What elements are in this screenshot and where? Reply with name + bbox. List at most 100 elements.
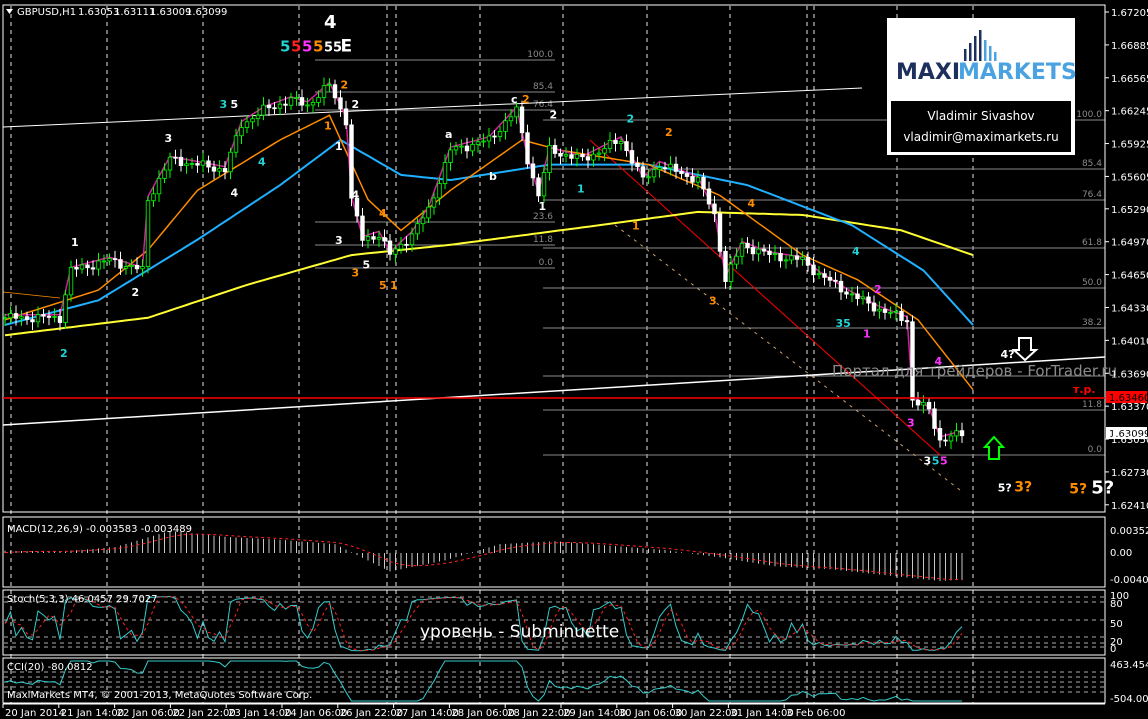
candle-body <box>937 428 943 441</box>
wave-label: 1 <box>335 140 343 153</box>
red-trendline <box>589 139 941 456</box>
candle-body <box>112 258 118 261</box>
candle-body <box>288 97 294 106</box>
price-chart[interactable]: 100.085.476.461.850.038.211.80.0100.085.… <box>0 0 1148 719</box>
dropdown-triangle-icon[interactable] <box>6 9 13 14</box>
wave-label: 2 <box>132 286 140 299</box>
candle-body <box>695 176 701 183</box>
wave-label: 2 <box>665 126 673 139</box>
candle-body <box>717 213 723 252</box>
candle-body <box>800 256 805 260</box>
wave-label: 2 <box>341 79 349 92</box>
candle-body <box>217 168 222 172</box>
candle-body <box>558 153 563 157</box>
candle-body <box>552 145 558 154</box>
candle-body <box>321 85 327 98</box>
time-tick-label: 30 Jan 06:00 <box>619 708 682 719</box>
candle-body <box>420 217 426 225</box>
down-arrow-icon <box>1011 337 1039 362</box>
candle-body <box>739 242 745 257</box>
candle-body <box>789 255 794 261</box>
wave-label: 3? <box>1014 479 1032 495</box>
candle-body <box>277 103 283 109</box>
candle-body <box>855 293 860 300</box>
candle-body <box>156 178 162 195</box>
candle-body <box>525 132 530 165</box>
candle-body <box>101 260 107 263</box>
dotted-trendline <box>614 224 961 491</box>
candle-body <box>910 321 915 401</box>
candle-body <box>118 259 123 269</box>
wave-label: c <box>511 93 518 106</box>
stoch-axis-50: 50 <box>1110 619 1123 630</box>
candle-body <box>481 140 486 143</box>
logo-brand-a: MAXI <box>896 60 960 85</box>
candle-body <box>904 320 910 323</box>
candle-body <box>448 149 453 163</box>
candle-body <box>294 97 299 99</box>
wave-label: 1 <box>390 279 398 292</box>
candle-body <box>360 215 365 241</box>
price-tick-label: 1.62410 <box>1111 501 1148 512</box>
target-text: т.р. <box>1073 383 1096 396</box>
candle-body <box>849 293 855 296</box>
macd-label: MACD(12,26,9) -0.003583 -0.003489 <box>7 524 192 535</box>
wave-label: 3 <box>924 455 932 468</box>
candle-body <box>596 152 602 155</box>
candle-body <box>8 313 13 319</box>
candle-body <box>679 170 684 174</box>
candle-body <box>162 169 167 179</box>
price-tick-label: 1.64010 <box>1111 336 1148 347</box>
candle-body <box>96 260 101 270</box>
price-tick-label: 1.65605 <box>1111 172 1148 183</box>
wave-label: 3 <box>709 294 717 307</box>
candle-body <box>24 316 30 321</box>
candle-body <box>382 237 387 242</box>
candle-body <box>239 127 244 137</box>
wave-label: 4 <box>352 189 360 202</box>
candle-body <box>959 430 965 437</box>
candle-body <box>222 168 228 173</box>
candle-body <box>772 253 778 255</box>
candle-body <box>376 237 382 240</box>
candle-body <box>470 144 475 152</box>
candle-body <box>63 294 68 323</box>
price-tick-label: 1.63050 <box>1111 435 1148 446</box>
candle-body <box>574 153 580 159</box>
candle-body <box>2 317 8 320</box>
candle-body <box>563 154 569 157</box>
candle-body <box>184 163 189 166</box>
candle-body <box>475 141 481 145</box>
price-tick-label: 1.66565 <box>1111 74 1148 85</box>
candle-body <box>211 166 217 172</box>
candle-body <box>74 266 79 270</box>
candle-body <box>794 255 800 260</box>
wave-label: 3 <box>220 98 228 111</box>
candle-body <box>90 267 96 270</box>
candle-body <box>871 302 877 312</box>
indicator-panels <box>4 530 963 702</box>
candle-body <box>398 243 404 250</box>
candle-body <box>173 156 178 159</box>
wave-label: 1 <box>71 236 79 249</box>
candle-body <box>129 264 134 267</box>
time-tick-label: 29 Jan 14:00 <box>563 708 626 719</box>
candle-body <box>261 104 266 116</box>
candle-body <box>756 248 761 255</box>
candle-body <box>508 116 514 122</box>
wave-label: E <box>341 37 353 57</box>
candle-body <box>866 296 871 304</box>
candle-body <box>613 140 618 144</box>
time-tick-label: 20 Jan 2014 <box>5 708 65 719</box>
candle-body <box>893 310 899 313</box>
candle-body <box>783 259 789 262</box>
fib-label: 50.0 <box>1082 278 1102 288</box>
candle-body <box>844 291 849 295</box>
candle-body <box>189 163 195 165</box>
candle-body <box>404 243 409 246</box>
candle-body <box>250 118 255 123</box>
fib-label: 61.8 <box>1082 238 1102 248</box>
candle-body <box>822 273 827 278</box>
candle-body <box>343 108 349 126</box>
candle-body <box>646 176 651 179</box>
